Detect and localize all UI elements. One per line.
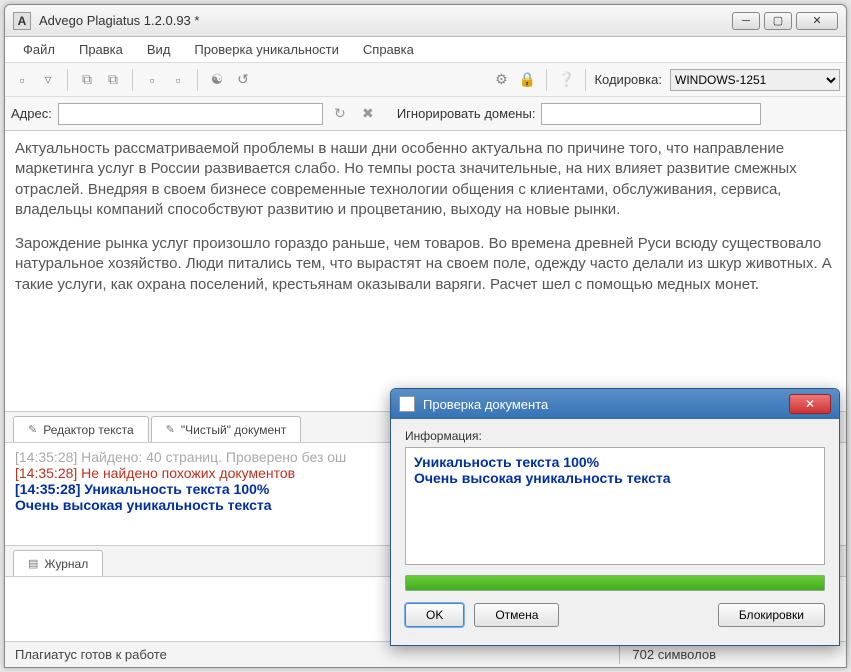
maximize-button[interactable]: ▢ [764, 12, 792, 30]
ignore-domains-label: Игнорировать домены: [397, 106, 536, 121]
cancel-button[interactable]: Отмена [474, 603, 559, 627]
stop-icon[interactable]: ✖ [357, 103, 379, 125]
encoding-label: Кодировка: [594, 72, 662, 87]
address-label: Адрес: [11, 106, 52, 121]
text-editor[interactable]: Актуальность рассматриваемой проблемы в … [5, 131, 846, 411]
dialog-title: Проверка документа [423, 397, 789, 412]
minimize-button[interactable]: ─ [732, 12, 760, 30]
doc-icon: ✎ [166, 423, 175, 436]
menu-edit[interactable]: Правка [69, 39, 133, 60]
encoding-select[interactable]: WINDOWS-1251 [670, 69, 840, 91]
doc1-icon[interactable]: ▫ [141, 69, 163, 91]
toolbar: ▫ ▿ ⧉ ⧉ ▫ ▫ ☯ ↺ ⚙ 🔒 ❔ Кодировка: WINDOWS… [5, 63, 846, 97]
separator [585, 69, 586, 91]
separator [132, 69, 133, 91]
doc2-icon[interactable]: ▫ [167, 69, 189, 91]
tab-journal[interactable]: ▤Журнал [13, 550, 103, 576]
info-label: Информация: [405, 429, 825, 443]
close-button[interactable]: ✕ [796, 12, 838, 30]
paragraph: Актуальность рассматриваемой проблемы в … [15, 139, 836, 220]
progress-bar [405, 575, 825, 591]
dialog-close-button[interactable]: ✕ [789, 394, 831, 414]
check-dialog: Проверка документа ✕ Информация: Уникаль… [390, 388, 840, 646]
tab-clean[interactable]: ✎"Чистый" документ [151, 416, 302, 442]
titlebar[interactable]: A Advego Plagiatus 1.2.0.93 * ─ ▢ ✕ [5, 5, 846, 37]
pencil-icon: ✎ [28, 423, 37, 436]
yin-yang-icon[interactable]: ☯ [206, 69, 228, 91]
menu-view[interactable]: Вид [137, 39, 181, 60]
dialog-body: Информация: Уникальность текста 100% Оче… [391, 419, 839, 637]
tab-editor[interactable]: ✎Редактор текста [13, 416, 149, 442]
app-icon: A [13, 12, 31, 30]
window-title: Advego Plagiatus 1.2.0.93 * [39, 13, 732, 28]
open-doc-icon[interactable]: ▿ [37, 69, 59, 91]
help-icon[interactable]: ❔ [555, 69, 577, 91]
blocklist-button[interactable]: Блокировки [718, 603, 825, 627]
lock-icon[interactable]: 🔒 [516, 69, 538, 91]
ignore-domains-input[interactable] [541, 103, 761, 125]
dialog-buttons: OK Отмена Блокировки [405, 603, 825, 627]
ok-button[interactable]: OK [405, 603, 464, 627]
book-icon: ▤ [28, 557, 38, 570]
menu-help[interactable]: Справка [353, 39, 424, 60]
menu-file[interactable]: Файл [13, 39, 65, 60]
refresh-icon[interactable]: ↺ [232, 69, 254, 91]
uniqueness-desc: Очень высокая уникальность текста [414, 470, 816, 486]
separator [197, 69, 198, 91]
status-chars: 702 символов [632, 647, 716, 662]
separator [546, 69, 547, 91]
dialog-icon [399, 396, 415, 412]
copy-icon[interactable]: ⧉ [76, 69, 98, 91]
status-ready: Плагиатус готов к работе [15, 647, 167, 662]
uniqueness-line: Уникальность текста 100% [414, 454, 816, 470]
address-bar: Адрес: ↻ ✖ Игнорировать домены: [5, 97, 846, 131]
address-input[interactable] [58, 103, 323, 125]
paragraph: Зарождение рынка услуг произошло гораздо… [15, 234, 836, 295]
gear-icon[interactable]: ⚙ [490, 69, 512, 91]
separator [67, 69, 68, 91]
info-box: Уникальность текста 100% Очень высокая у… [405, 447, 825, 565]
menu-check[interactable]: Проверка уникальности [184, 39, 348, 60]
dialog-titlebar[interactable]: Проверка документа ✕ [391, 389, 839, 419]
new-doc-icon[interactable]: ▫ [11, 69, 33, 91]
menubar: Файл Правка Вид Проверка уникальности Сп… [5, 37, 846, 63]
go-icon[interactable]: ↻ [329, 103, 351, 125]
paste-icon[interactable]: ⧉ [102, 69, 124, 91]
separator [619, 646, 620, 664]
